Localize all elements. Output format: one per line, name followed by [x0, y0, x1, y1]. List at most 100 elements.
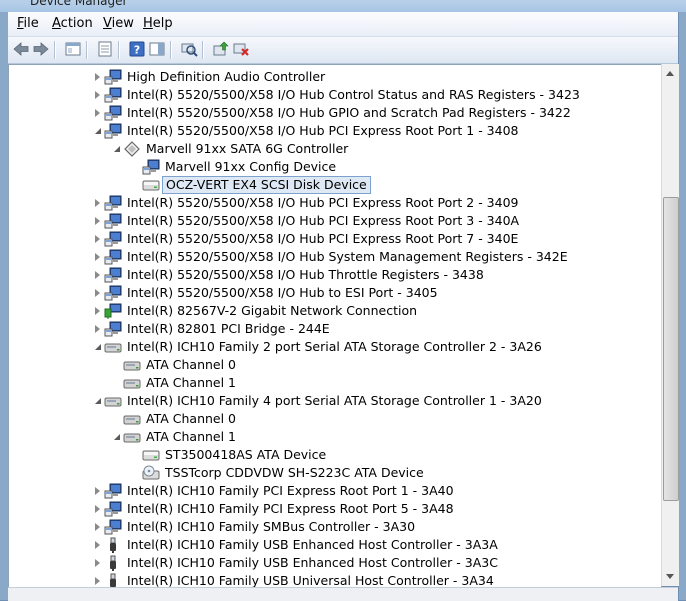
- collapsed-arrow-icon[interactable]: [95, 541, 100, 549]
- monitor-device-icon: [104, 87, 122, 103]
- tree-row-label: ATA Channel 0: [146, 411, 237, 426]
- tree-row-label: Intel(R) 5520/5500/X58 I/O Hub PCI Expre…: [127, 231, 519, 246]
- tree-row[interactable]: Intel(R) ICH10 Family SMBus Controller -…: [9, 518, 659, 536]
- expanded-arrow-icon[interactable]: [114, 434, 120, 440]
- monitor-device-icon: [104, 267, 122, 283]
- tree-row[interactable]: Intel(R) 5520/5500/X58 I/O Hub PCI Expre…: [9, 194, 659, 212]
- collapsed-arrow-icon[interactable]: [95, 325, 100, 333]
- tree-row-label: Intel(R) ICH10 Family USB Enhanced Host …: [127, 555, 498, 570]
- svg-text:?: ?: [134, 44, 140, 57]
- vertical-scrollbar[interactable]: [661, 64, 679, 586]
- tree-row[interactable]: Marvell 91xx Config Device: [9, 158, 659, 176]
- tree-row[interactable]: Intel(R) 5520/5500/X58 I/O Hub Control S…: [9, 86, 659, 104]
- monitor-device-icon: [104, 69, 122, 85]
- tree-row[interactable]: ST3500418AS ATA Device: [9, 446, 659, 464]
- collapsed-arrow-icon[interactable]: [95, 271, 100, 279]
- tree-row[interactable]: ATA Channel 0: [9, 410, 659, 428]
- scan-hardware-changes-icon[interactable]: [180, 40, 198, 58]
- menu-help[interactable]: Help: [143, 16, 173, 31]
- tree-row[interactable]: Intel(R) 5520/5500/X58 I/O Hub PCI Expre…: [9, 212, 659, 230]
- usb-device-icon: [104, 555, 122, 571]
- menu-view[interactable]: View: [103, 16, 134, 31]
- tree-row[interactable]: Intel(R) ICH10 Family PCI Express Root P…: [9, 500, 659, 518]
- menu-file[interactable]: File: [17, 16, 39, 31]
- tree-row-label: Intel(R) ICH10 Family 4 port Serial ATA …: [127, 393, 542, 408]
- optical-device-icon: [142, 465, 160, 481]
- tree-row[interactable]: Intel(R) 5520/5500/X58 I/O Hub PCI Expre…: [9, 122, 659, 140]
- collapsed-arrow-icon[interactable]: [95, 217, 100, 225]
- tree-row[interactable]: High Definition Audio Controller: [9, 68, 659, 86]
- monitor-device-icon: [104, 483, 122, 499]
- menu-bar: File Action View Help: [8, 12, 678, 37]
- diamond-device-icon: [123, 141, 141, 157]
- forward-arrow-icon[interactable]: [32, 40, 50, 58]
- monitor-device-icon: [104, 285, 122, 301]
- tree-row[interactable]: Intel(R) 5520/5500/X58 I/O Hub to ESI Po…: [9, 284, 659, 302]
- scrollbar-thumb[interactable]: [663, 197, 679, 501]
- tree-row-label: Marvell 91xx Config Device: [165, 159, 337, 174]
- monitor-device-icon: [142, 159, 160, 175]
- tree-row-label: ATA Channel 0: [146, 357, 237, 372]
- toolbar: ?: [8, 37, 678, 64]
- tree-row-label: OCZ-VERT EX4 SCSI Disk Device: [162, 176, 371, 194]
- tree-row[interactable]: Intel(R) 5520/5500/X58 I/O Hub System Ma…: [9, 248, 659, 266]
- tree-row-label: Intel(R) 5520/5500/X58 I/O Hub System Ma…: [127, 249, 568, 264]
- show-hide-action-pane-icon[interactable]: [148, 40, 166, 58]
- tree-row[interactable]: OCZ-VERT EX4 SCSI Disk Device: [9, 176, 659, 194]
- monitor-device-icon: [104, 213, 122, 229]
- back-arrow-icon[interactable]: [12, 40, 30, 58]
- network-device-icon: [104, 303, 122, 319]
- tree-row[interactable]: Intel(R) 5520/5500/X58 I/O Hub PCI Expre…: [9, 230, 659, 248]
- tree-row[interactable]: Intel(R) 82801 PCI Bridge - 244E: [9, 320, 659, 338]
- collapsed-arrow-icon[interactable]: [95, 307, 100, 315]
- tree-row[interactable]: Intel(R) ICH10 Family USB Enhanced Host …: [9, 554, 659, 572]
- uninstall-device-icon[interactable]: [232, 40, 250, 58]
- tree-row[interactable]: Intel(R) 5520/5500/X58 I/O Hub Throttle …: [9, 266, 659, 284]
- collapsed-arrow-icon[interactable]: [95, 559, 100, 567]
- controller-device-icon: [104, 339, 122, 355]
- collapsed-arrow-icon[interactable]: [95, 487, 100, 495]
- collapsed-arrow-icon[interactable]: [95, 523, 100, 531]
- tree-row-label: Intel(R) ICH10 Family USB Universal Host…: [127, 573, 494, 588]
- tree-row[interactable]: Intel(R) 82567V-2 Gigabit Network Connec…: [9, 302, 659, 320]
- expanded-arrow-icon[interactable]: [95, 344, 101, 350]
- scroll-up-arrow-icon[interactable]: [666, 71, 674, 76]
- collapsed-arrow-icon[interactable]: [95, 577, 100, 585]
- status-bar: [8, 587, 678, 601]
- tree-row[interactable]: ATA Channel 1: [9, 428, 659, 446]
- tree-row[interactable]: Intel(R) ICH10 Family PCI Express Root P…: [9, 482, 659, 500]
- tree-row[interactable]: Intel(R) ICH10 Family 2 port Serial ATA …: [9, 338, 659, 356]
- tree-row[interactable]: Intel(R) ICH10 Family 4 port Serial ATA …: [9, 392, 659, 410]
- title-bar[interactable]: Device Manager: [0, 0, 686, 12]
- tree-row-label: Intel(R) 5520/5500/X58 I/O Hub PCI Expre…: [127, 123, 519, 138]
- monitor-device-icon: [104, 195, 122, 211]
- expanded-arrow-icon[interactable]: [95, 398, 101, 404]
- properties-icon[interactable]: [96, 40, 114, 58]
- tree-row[interactable]: ATA Channel 0: [9, 356, 659, 374]
- tree-row[interactable]: Marvell 91xx SATA 6G Controller: [9, 140, 659, 158]
- collapsed-arrow-icon[interactable]: [95, 91, 100, 99]
- tree-row[interactable]: Intel(R) ICH10 Family USB Enhanced Host …: [9, 536, 659, 554]
- tree-row[interactable]: TSSTcorp CDDVDW SH-S223C ATA Device: [9, 464, 659, 482]
- expanded-arrow-icon[interactable]: [114, 146, 120, 152]
- monitor-device-icon: [104, 501, 122, 517]
- collapsed-arrow-icon[interactable]: [95, 253, 100, 261]
- tree-row[interactable]: Intel(R) ICH10 Family USB Universal Host…: [9, 572, 659, 588]
- collapsed-arrow-icon[interactable]: [95, 109, 100, 117]
- collapsed-arrow-icon[interactable]: [95, 289, 100, 297]
- tree-row[interactable]: ATA Channel 1: [9, 374, 659, 392]
- help-icon[interactable]: ?: [128, 40, 146, 58]
- expanded-arrow-icon[interactable]: [95, 128, 101, 134]
- scroll-down-arrow-icon[interactable]: [666, 574, 674, 579]
- monitor-device-icon: [104, 231, 122, 247]
- collapsed-arrow-icon[interactable]: [95, 235, 100, 243]
- collapsed-arrow-icon[interactable]: [95, 199, 100, 207]
- controller-device-icon: [123, 411, 141, 427]
- show-hide-console-tree-icon[interactable]: [64, 40, 82, 58]
- collapsed-arrow-icon[interactable]: [95, 73, 100, 81]
- menu-action[interactable]: Action: [52, 16, 93, 31]
- window-frame-left: [0, 12, 8, 600]
- tree-row[interactable]: Intel(R) 5520/5500/X58 I/O Hub GPIO and …: [9, 104, 659, 122]
- collapsed-arrow-icon[interactable]: [95, 505, 100, 513]
- update-driver-icon[interactable]: [212, 40, 230, 58]
